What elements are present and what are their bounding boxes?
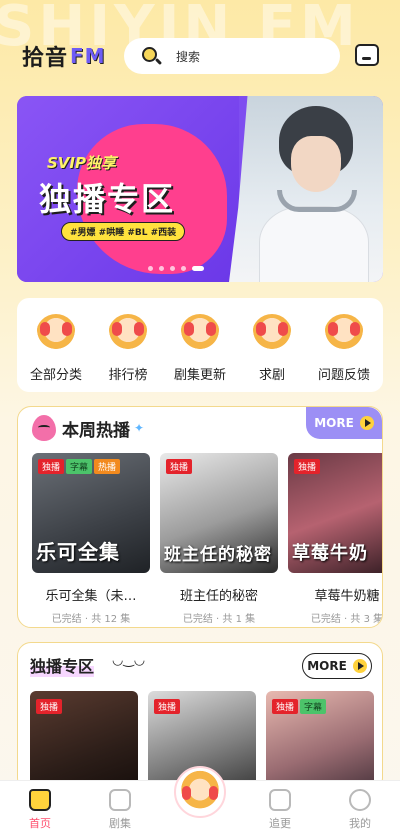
profile-icon: [349, 789, 371, 811]
cover-title-art: 乐可全集: [36, 540, 120, 564]
badge-group: 独播: [36, 699, 63, 714]
badge-group: 独播: [166, 459, 193, 474]
section-title: 独播专区: [30, 653, 95, 677]
badge-exclusive: 独播: [166, 459, 193, 474]
badge-group: 独播 字幕: [272, 699, 327, 714]
play-icon: [359, 416, 374, 430]
search-placeholder: 搜索: [176, 49, 201, 64]
category-ranking[interactable]: 排行榜: [93, 314, 163, 392]
tab-label: 我的: [349, 817, 371, 830]
badge-group: 独播: [294, 459, 321, 474]
banner-tags: #男嫖 #哄睡 #BL #西装: [61, 222, 186, 241]
badge-exclusive: 独播: [36, 699, 63, 714]
banner-graphic: SVIP独享 独播专区 #男嫖 #哄睡 #BL #西装: [17, 96, 239, 282]
logo-fm: FM: [70, 44, 106, 68]
center-mascot-button[interactable]: [174, 766, 226, 818]
books-mascot-icon: [36, 314, 76, 354]
banner-dot[interactable]: [181, 266, 186, 271]
category-label: 全部分类: [29, 368, 82, 383]
weekly-hot-list: 独播 字幕 热播 乐可全集 乐可全集（未… 已完结 · 共 12 集 独播 班主…: [32, 453, 383, 625]
drama-icon: [109, 789, 131, 811]
logo-text: 拾音: [22, 46, 69, 71]
banner-tag: SVIP独享: [47, 154, 116, 172]
banner-dot-active[interactable]: [192, 266, 204, 271]
drama-cover: 独播 草莓牛奶: [288, 453, 382, 573]
weekly-hot-section: 本周热播 ✦ MORE 独播 字幕 热播 乐可全集 乐可全集（未… 已完结 · …: [17, 406, 383, 628]
search-bar[interactable]: 搜索: [124, 38, 340, 74]
exclusive-more-button[interactable]: MORE: [302, 653, 372, 679]
search-icon: [140, 45, 163, 67]
badge-hot: 热播: [94, 459, 121, 474]
drama-card[interactable]: 独播 字幕 热播 乐可全集 乐可全集（未… 已完结 · 共 12 集: [32, 453, 150, 625]
play-icon: [352, 659, 367, 673]
drama-title: 班主任的秘密: [179, 589, 258, 604]
cover-title-art: 草莓牛奶: [292, 543, 368, 564]
badge-group: 独播 字幕 热播: [38, 459, 121, 474]
category-updates[interactable]: 剧集更新: [165, 314, 235, 392]
promo-banner[interactable]: SVIP独享 独播专区 #男嫖 #哄睡 #BL #西装: [17, 96, 383, 282]
top-header: 拾音 FM 搜索: [0, 36, 400, 76]
headphone-mascot-icon: [252, 314, 292, 354]
drama-meta: 已完结 · 共 1 集: [182, 614, 256, 625]
category-label: 问题反馈: [317, 368, 370, 383]
badge-exclusive: 独播: [154, 699, 181, 714]
tab-label: 首页: [29, 817, 51, 830]
drama-meta: 已完结 · 共 3 集: [310, 614, 383, 625]
exclusive-cover[interactable]: 独播: [30, 691, 138, 791]
trophy-icon: [108, 314, 148, 354]
calendar-mascot-icon: [180, 314, 220, 354]
tab-profile[interactable]: 我的: [320, 781, 400, 832]
more-label: MORE: [314, 416, 354, 430]
category-label: 求剧: [258, 368, 285, 383]
banner-pagination: [148, 266, 204, 271]
badge-exclusive: 独播: [294, 459, 321, 474]
drama-title: 乐可全集（未…: [45, 589, 137, 604]
badge-group: 独播: [154, 699, 181, 714]
section-header: 本周热播 ✦: [32, 415, 144, 441]
tab-home[interactable]: 首页: [0, 781, 80, 832]
weekly-hot-more-button[interactable]: MORE: [306, 407, 382, 439]
smile-icon: ◡‿◡: [112, 653, 146, 668]
drama-cover: 独播 字幕 热播 乐可全集: [32, 453, 150, 573]
more-label: MORE: [307, 659, 347, 673]
badge-subtitle: 字幕: [300, 699, 327, 714]
badge-subtitle: 字幕: [66, 459, 93, 474]
drama-cover: 独播 班主任的秘密: [160, 453, 278, 573]
category-label: 剧集更新: [173, 368, 226, 383]
drama-title: 草莓牛奶糖: [314, 589, 380, 604]
tab-label: 剧集: [109, 817, 131, 830]
app-logo: 拾音 FM: [22, 40, 106, 72]
sparkle-icon: ✦: [134, 421, 145, 435]
banner-dot[interactable]: [148, 266, 153, 271]
category-all[interactable]: 全部分类: [21, 314, 91, 392]
tab-dramas[interactable]: 剧集: [80, 781, 160, 832]
banner-dot[interactable]: [159, 266, 164, 271]
drama-card[interactable]: 独播 草莓牛奶 草莓牛奶糖 已完结 · 共 3 集: [288, 453, 383, 625]
calendar-icon: [269, 789, 291, 811]
mascot-drop-icon: [32, 415, 56, 441]
drama-card[interactable]: 独播 班主任的秘密 班主任的秘密 已完结 · 共 1 集: [160, 453, 278, 625]
home-icon: [29, 789, 51, 811]
category-feedback[interactable]: 问题反馈: [309, 314, 379, 392]
cover-title-art: 班主任的秘密: [164, 545, 272, 565]
message-icon[interactable]: [355, 44, 379, 66]
banner-dot[interactable]: [170, 266, 175, 271]
badge-exclusive: 独播: [272, 699, 299, 714]
drama-meta: 已完结 · 共 12 集: [51, 614, 131, 625]
feedback-mascot-icon: [324, 314, 364, 354]
category-grid: 全部分类 排行榜 剧集更新 求剧 问题反馈: [17, 298, 383, 392]
banner-title: 独播专区: [39, 180, 176, 218]
tab-label: 追更: [269, 817, 291, 830]
tab-following[interactable]: 追更: [240, 781, 320, 832]
section-title: 本周热播: [62, 420, 130, 441]
category-label: 排行榜: [108, 368, 148, 383]
exclusive-cover[interactable]: 独播 字幕: [266, 691, 374, 791]
badge-exclusive: 独播: [38, 459, 65, 474]
banner-character-art: [229, 96, 383, 282]
category-request[interactable]: 求剧: [237, 314, 307, 392]
